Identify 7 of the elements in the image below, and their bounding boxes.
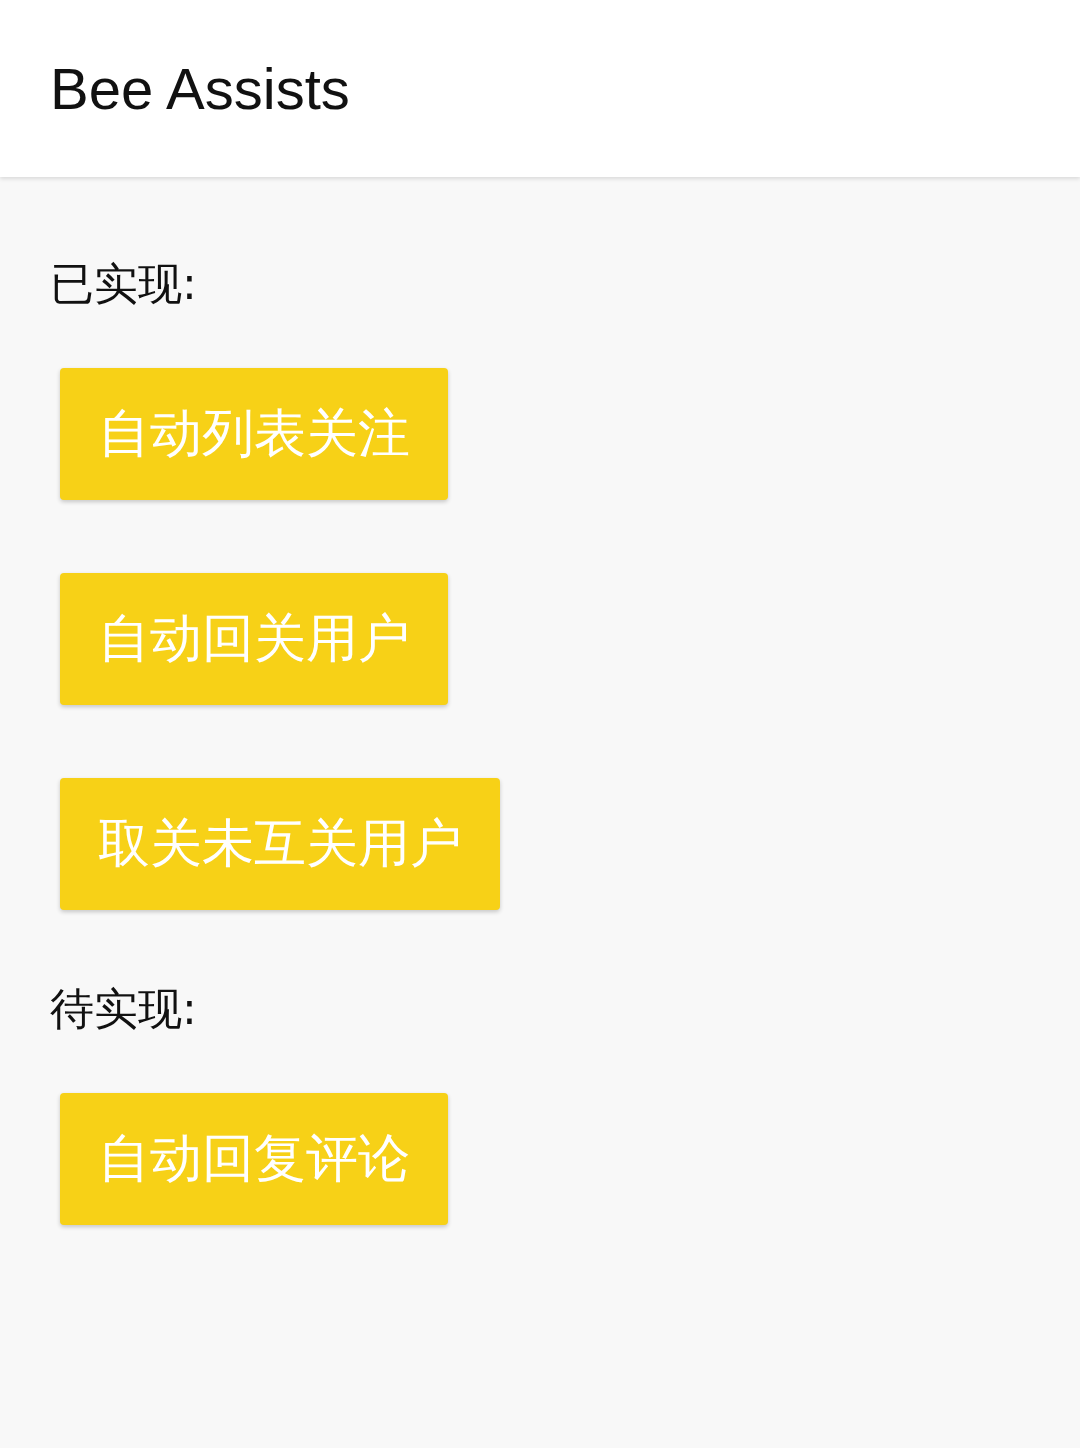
action-button[interactable]: 取关未互关用户 xyxy=(60,778,500,910)
action-button[interactable]: 自动列表关注 xyxy=(60,368,448,500)
section-heading: 已实现: xyxy=(50,257,197,311)
action-button[interactable]: 自动回关用户 xyxy=(60,573,448,705)
action-button[interactable]: 自动回复评论 xyxy=(60,1093,448,1225)
app-title: Bee Assists xyxy=(50,55,350,122)
section-heading: 待实现: xyxy=(50,982,197,1036)
